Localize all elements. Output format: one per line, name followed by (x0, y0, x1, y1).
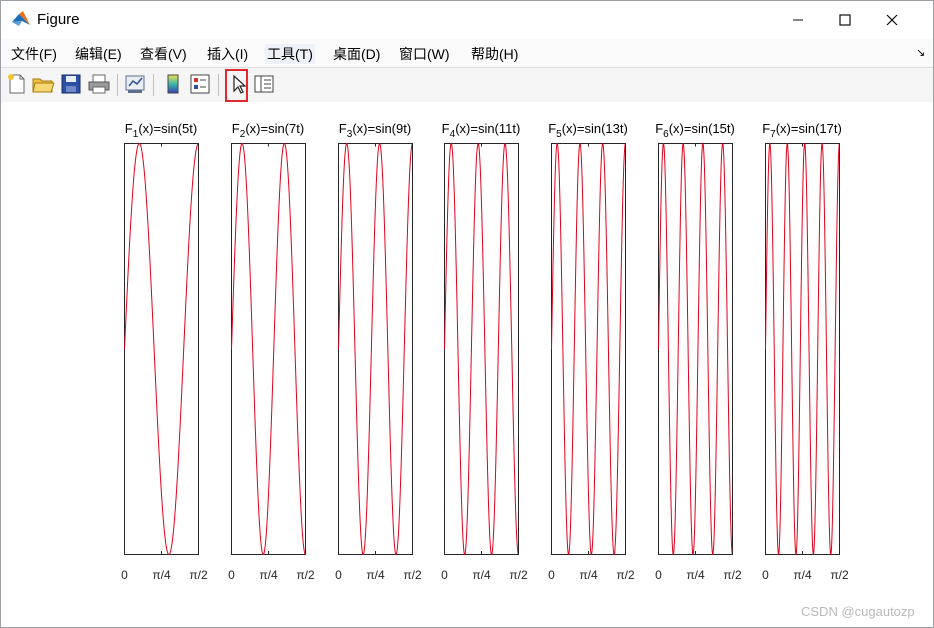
dock-arrow-icon[interactable]: ↘ (916, 46, 925, 59)
subplot-1: F1(x)=sin(5t) 0 π/4 π/2 (121, 121, 208, 582)
matlab-logo-icon (12, 11, 30, 26)
subplot-title: F4(x)=sin(11t) (442, 121, 521, 140)
subplot-4: F4(x)=sin(11t) 0 π/4 π/2 (441, 121, 528, 582)
selected-tool-highlight (225, 69, 248, 102)
x-tick-label: 0 (228, 568, 235, 582)
x-tick-label: π/2 (616, 568, 635, 582)
menu-edit[interactable]: 编辑(E) (73, 44, 124, 64)
x-tick-label: 0 (762, 568, 769, 582)
x-tick-label: 0 (655, 568, 662, 582)
maximize-button[interactable] (822, 1, 868, 39)
property-inspector-icon[interactable] (252, 72, 276, 96)
open-folder-icon[interactable] (31, 72, 55, 96)
link-plot-icon[interactable] (123, 72, 147, 96)
x-tick-label: π/2 (189, 568, 208, 582)
minimize-button[interactable] (775, 1, 821, 39)
x-tick-label: 0 (548, 568, 555, 582)
x-tick-label: π/4 (472, 568, 491, 582)
subplot-7: F7(x)=sin(17t) 0 π/4 π/2 (762, 121, 849, 582)
x-tick-label: π/4 (152, 568, 171, 582)
x-tick-label: π/2 (403, 568, 422, 582)
toolbar-separator (117, 74, 118, 96)
x-tick-label: 0 (441, 568, 448, 582)
minimize-icon (793, 19, 803, 21)
subplot-5: F5(x)=sin(13t) 0 π/4 π/2 (548, 121, 635, 582)
x-tick-label: 0 (335, 568, 342, 582)
subplot-grid: F1(x)=sin(5t) 0 π/4 π/2 F2(x)=sin(7t) 0 π/4 π/2… (121, 121, 849, 582)
figure-window: Figure 文件(F) 编辑(E) 查看(V) 插入(I) 工具(T) 桌面(… (0, 0, 934, 628)
subplot-title: F6(x)=sin(15t) (655, 121, 735, 140)
x-tick-label: π/4 (686, 568, 705, 582)
print-icon[interactable] (87, 72, 111, 96)
menu-bar: 文件(F) 编辑(E) 查看(V) 插入(I) 工具(T) 桌面(D) 窗口(W… (1, 39, 933, 67)
window-title: Figure (37, 11, 80, 28)
subplot-6: F6(x)=sin(15t) 0 π/4 π/2 (655, 121, 742, 582)
menu-desktop[interactable]: 桌面(D) (331, 44, 382, 64)
menu-window[interactable]: 窗口(W) (397, 44, 452, 64)
subplot-2: F2(x)=sin(7t) 0 π/4 π/2 (228, 121, 315, 582)
x-tick-label: π/4 (366, 568, 385, 582)
menu-file[interactable]: 文件(F) (9, 44, 59, 64)
toolbar (1, 67, 933, 103)
subplot-title: F7(x)=sin(17t) (762, 121, 842, 140)
x-tick-label: π/4 (259, 568, 278, 582)
new-figure-icon[interactable] (5, 72, 29, 96)
menu-insert[interactable]: 插入(I) (205, 44, 250, 64)
x-tick-label: π/2 (296, 568, 315, 582)
maximize-icon (839, 14, 851, 26)
toolbar-separator (218, 74, 219, 96)
menu-help[interactable]: 帮助(H) (469, 44, 520, 64)
title-bar[interactable]: Figure (1, 1, 933, 39)
close-button[interactable] (869, 1, 915, 39)
toolbar-separator (153, 74, 154, 96)
x-tick-label: π/4 (579, 568, 598, 582)
subplot-title: F5(x)=sin(13t) (548, 121, 628, 140)
x-tick-label: π/2 (723, 568, 742, 582)
x-tick-label: π/2 (509, 568, 528, 582)
x-tick-label: π/4 (793, 568, 812, 582)
legend-icon[interactable] (188, 72, 212, 96)
watermark: CSDN @cugautozp (801, 604, 915, 619)
subplot-title: F1(x)=sin(5t) (125, 121, 197, 140)
subplot-title: F3(x)=sin(9t) (339, 121, 411, 140)
subplot-3: F3(x)=sin(9t) 0 π/4 π/2 (335, 121, 422, 582)
x-tick-label: π/2 (830, 568, 849, 582)
colorbar-icon[interactable] (161, 72, 185, 96)
figure-canvas[interactable]: F1(x)=sin(5t) 0 π/4 π/2 F2(x)=sin(7t) 0 π/4 π/2… (1, 102, 933, 627)
menu-tools[interactable]: 工具(T) (265, 44, 315, 64)
save-icon[interactable] (59, 72, 83, 96)
subplot-title: F2(x)=sin(7t) (232, 121, 304, 140)
menu-view[interactable]: 查看(V) (138, 44, 189, 64)
x-tick-label: 0 (121, 568, 128, 582)
close-icon (886, 14, 898, 26)
